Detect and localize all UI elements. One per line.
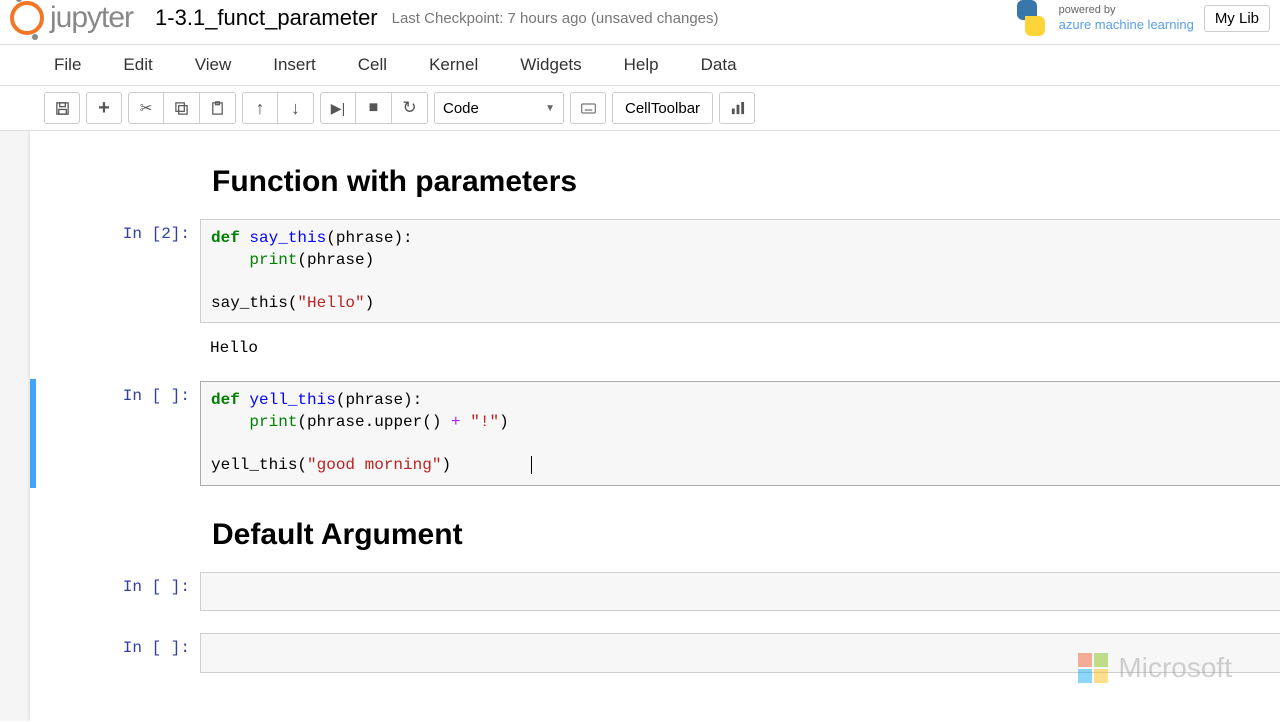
restart-button[interactable]: ↻	[392, 92, 428, 124]
save-icon	[55, 101, 70, 116]
move-down-button[interactable]: ↓	[278, 92, 314, 124]
cell-prompt: In [ ]:	[30, 572, 200, 612]
step-forward-icon: ▶|	[331, 100, 345, 117]
menu-file[interactable]: File	[50, 49, 85, 81]
keyboard-icon	[581, 101, 596, 116]
code-input[interactable]: def say_this(phrase): print(phrase) say_…	[200, 219, 1280, 323]
jupyter-wordmark: jupyter	[50, 1, 133, 35]
code-input[interactable]: def yell_this(phrase): print(phrase.uppe…	[200, 381, 1280, 485]
text-cursor	[531, 456, 532, 474]
cell-type-value: Code	[443, 100, 479, 117]
microsoft-icon	[1078, 653, 1108, 683]
code-input[interactable]	[200, 572, 1280, 612]
toolbar: + ✂ ↑ ↓ ▶| ■ ↻ Code ▼ CellToolbar	[0, 86, 1280, 131]
cell-prompt: In [2]:	[30, 219, 200, 323]
chart-button[interactable]	[719, 92, 755, 124]
refresh-icon: ↻	[402, 98, 416, 118]
arrow-down-icon: ↓	[291, 98, 300, 119]
menu-help[interactable]: Help	[620, 49, 663, 81]
menu-data[interactable]: Data	[697, 49, 741, 81]
cell-type-select[interactable]: Code ▼	[434, 92, 564, 124]
my-library-button[interactable]: My Lib	[1204, 5, 1270, 32]
python-logo-icon	[1013, 0, 1049, 36]
stop-icon: ■	[369, 99, 379, 117]
jupyter-logo[interactable]: jupyter	[10, 1, 133, 35]
heading-function-params: Function with parameters	[42, 165, 1280, 199]
menu-insert[interactable]: Insert	[269, 49, 320, 81]
cell-toolbar-button[interactable]: CellToolbar	[612, 92, 713, 124]
copy-icon	[174, 101, 189, 116]
code-cell-1[interactable]: In [2]: def say_this(phrase): print(phra…	[30, 217, 1280, 325]
interrupt-button[interactable]: ■	[356, 92, 392, 124]
paste-icon	[210, 101, 225, 116]
microsoft-wordmark: Microsoft	[1118, 652, 1232, 684]
notebook-name[interactable]: 1-3.1_funct_parameter	[155, 5, 378, 31]
heading-default-argument: Default Argument	[42, 518, 1280, 552]
arrow-up-icon: ↑	[256, 98, 265, 119]
chevron-down-icon: ▼	[545, 103, 555, 114]
run-button[interactable]: ▶|	[320, 92, 356, 124]
menu-cell[interactable]: Cell	[354, 49, 391, 81]
move-up-button[interactable]: ↑	[242, 92, 278, 124]
menu-bar: File Edit View Insert Cell Kernel Widget…	[0, 44, 1280, 86]
copy-button[interactable]	[164, 92, 200, 124]
menu-widgets[interactable]: Widgets	[516, 49, 585, 81]
jupyter-icon	[10, 1, 44, 35]
output-prompt	[30, 333, 200, 363]
bar-chart-icon	[730, 101, 745, 116]
checkpoint-status: Last Checkpoint: 7 hours ago (unsaved ch…	[392, 10, 719, 27]
code-cell-2[interactable]: In [ ]: def yell_this(phrase): print(phr…	[30, 379, 1280, 487]
output-cell-1: Hello	[30, 331, 1280, 365]
command-palette-button[interactable]	[570, 92, 606, 124]
cell-prompt: In [ ]:	[30, 381, 200, 485]
azure-ml-badge: powered by azure machine learning	[1059, 4, 1194, 33]
save-button[interactable]	[44, 92, 80, 124]
cell-prompt: In [ ]:	[30, 633, 200, 673]
menu-view[interactable]: View	[191, 49, 236, 81]
plus-icon: +	[98, 97, 110, 120]
microsoft-watermark: Microsoft	[1078, 652, 1232, 684]
cell-output: Hello	[200, 333, 1280, 363]
cut-button[interactable]: ✂	[128, 92, 164, 124]
menu-kernel[interactable]: Kernel	[425, 49, 482, 81]
add-cell-button[interactable]: +	[86, 92, 122, 124]
scissors-icon: ✂	[140, 99, 153, 117]
paste-button[interactable]	[200, 92, 236, 124]
code-cell-3[interactable]: In [ ]:	[30, 570, 1280, 614]
menu-edit[interactable]: Edit	[119, 49, 156, 81]
